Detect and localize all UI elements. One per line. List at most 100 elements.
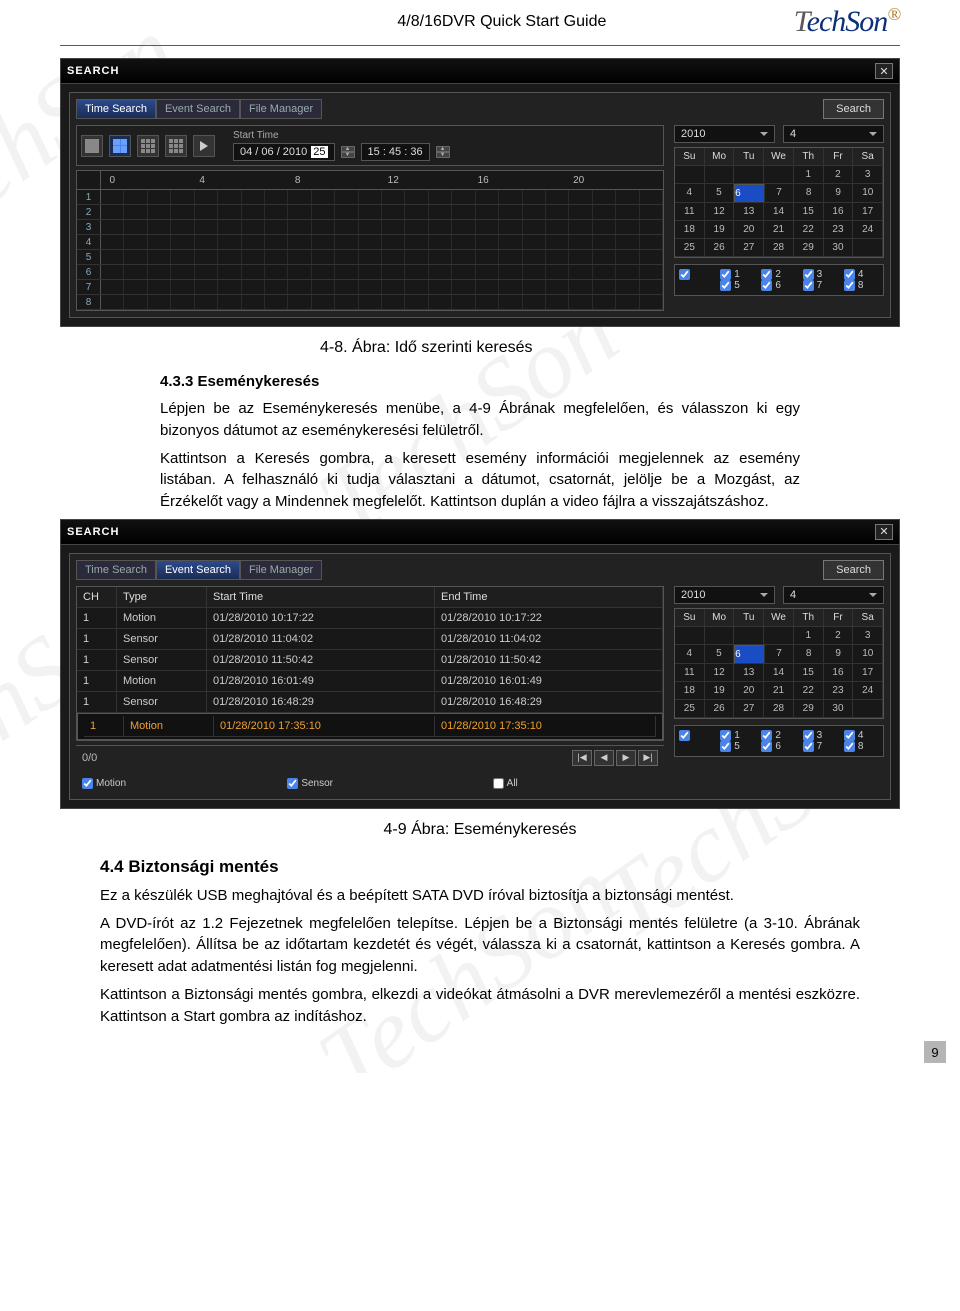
calendar-day[interactable]: 19 bbox=[705, 682, 735, 700]
channel-all-check[interactable] bbox=[679, 269, 714, 280]
event-row[interactable]: 1Motion01/28/2010 17:35:1001/28/2010 17:… bbox=[77, 713, 663, 740]
layout-3x3-button[interactable] bbox=[137, 135, 159, 157]
calendar-day[interactable]: 26 bbox=[705, 239, 735, 257]
calendar-day[interactable]: 8 bbox=[794, 645, 824, 664]
calendar-day[interactable]: 21 bbox=[764, 682, 794, 700]
calendar-day[interactable]: 8 bbox=[794, 184, 824, 203]
month-select[interactable]: 4 bbox=[783, 125, 884, 143]
calendar-day[interactable]: 15 bbox=[794, 203, 824, 221]
calendar-day[interactable]: 6 bbox=[734, 184, 765, 203]
calendar-day[interactable]: 18 bbox=[675, 682, 705, 700]
calendar-day[interactable]: 13 bbox=[734, 664, 764, 682]
filter-motion[interactable]: Motion bbox=[82, 778, 247, 789]
calendar-day[interactable]: 6 bbox=[734, 645, 765, 664]
calendar-day[interactable]: 16 bbox=[824, 664, 854, 682]
calendar-day[interactable]: 30 bbox=[824, 239, 854, 257]
calendar-day[interactable]: 12 bbox=[705, 664, 735, 682]
layout-1x1-button[interactable] bbox=[81, 135, 103, 157]
calendar-day[interactable]: 21 bbox=[764, 221, 794, 239]
calendar-day[interactable]: 23 bbox=[824, 221, 854, 239]
channel-check[interactable]: 1 bbox=[720, 730, 755, 741]
date-stepper[interactable]: ▲▼ bbox=[341, 146, 355, 158]
calendar-day[interactable]: 5 bbox=[705, 645, 735, 664]
channel-check[interactable]: 1 bbox=[720, 269, 755, 280]
calendar-day[interactable]: 1 bbox=[794, 166, 824, 184]
calendar-day[interactable]: 3 bbox=[853, 627, 883, 645]
close-button[interactable]: ✕ bbox=[875, 524, 893, 540]
play-button[interactable] bbox=[193, 135, 215, 157]
calendar-day[interactable]: 18 bbox=[675, 221, 705, 239]
calendar-day[interactable]: 29 bbox=[794, 239, 824, 257]
channel-check[interactable]: 4 bbox=[844, 269, 879, 280]
channel-check[interactable]: 7 bbox=[803, 280, 838, 291]
channel-check[interactable]: 3 bbox=[803, 730, 838, 741]
calendar-day[interactable]: 20 bbox=[734, 221, 764, 239]
tab-time-search[interactable]: Time Search bbox=[76, 99, 156, 119]
search-button[interactable]: Search bbox=[823, 99, 884, 119]
channel-check[interactable]: 5 bbox=[720, 280, 755, 291]
calendar-day[interactable]: 1 bbox=[794, 627, 824, 645]
calendar-day[interactable]: 16 bbox=[824, 203, 854, 221]
time-input[interactable]: 15 : 45 : 36 bbox=[361, 143, 430, 161]
calendar-day[interactable]: 29 bbox=[794, 700, 824, 718]
channel-check[interactable]: 2 bbox=[761, 730, 796, 741]
filter-sensor[interactable]: Sensor bbox=[287, 778, 452, 789]
time-stepper[interactable]: ▲▼ bbox=[436, 146, 450, 158]
calendar-day[interactable]: 4 bbox=[675, 645, 705, 664]
calendar-day[interactable]: 17 bbox=[853, 203, 883, 221]
calendar-day[interactable]: 20 bbox=[734, 682, 764, 700]
tab-event-search[interactable]: Event Search bbox=[156, 560, 240, 580]
year-select[interactable]: 2010 bbox=[674, 586, 775, 604]
channel-check[interactable]: 8 bbox=[844, 280, 879, 291]
calendar-day[interactable]: 10 bbox=[853, 184, 883, 203]
calendar-day[interactable]: 4 bbox=[675, 184, 705, 203]
channel-check[interactable]: 6 bbox=[761, 741, 796, 752]
channel-check[interactable]: 4 bbox=[844, 730, 879, 741]
tab-event-search[interactable]: Event Search bbox=[156, 99, 240, 119]
month-select[interactable]: 4 bbox=[783, 586, 884, 604]
calendar-day[interactable]: 25 bbox=[675, 239, 705, 257]
layout-4x4-button[interactable] bbox=[165, 135, 187, 157]
calendar-day[interactable]: 28 bbox=[764, 700, 794, 718]
search-button[interactable]: Search bbox=[823, 560, 884, 580]
calendar-day[interactable]: 22 bbox=[794, 682, 824, 700]
event-row[interactable]: 1Motion01/28/2010 10:17:2201/28/2010 10:… bbox=[77, 608, 663, 629]
tab-time-search[interactable]: Time Search bbox=[76, 560, 156, 580]
channel-check[interactable]: 5 bbox=[720, 741, 755, 752]
calendar-day[interactable]: 30 bbox=[824, 700, 854, 718]
channel-check[interactable]: 3 bbox=[803, 269, 838, 280]
close-button[interactable]: ✕ bbox=[875, 63, 893, 79]
first-page-button[interactable]: |◀ bbox=[572, 750, 592, 766]
event-row[interactable]: 1Sensor01/28/2010 16:48:2901/28/2010 16:… bbox=[77, 692, 663, 713]
calendar-day[interactable]: 23 bbox=[824, 682, 854, 700]
year-select[interactable]: 2010 bbox=[674, 125, 775, 143]
calendar-day[interactable]: 17 bbox=[853, 664, 883, 682]
filter-all[interactable]: All bbox=[493, 778, 658, 789]
calendar-day[interactable]: 2 bbox=[824, 627, 854, 645]
date-input[interactable]: 04 / 06 / 201025 bbox=[233, 143, 335, 161]
event-row[interactable]: 1Motion01/28/2010 16:01:4901/28/2010 16:… bbox=[77, 671, 663, 692]
calendar-day[interactable]: 7 bbox=[765, 645, 795, 664]
calendar-day[interactable]: 27 bbox=[734, 700, 764, 718]
calendar-day[interactable]: 2 bbox=[824, 166, 854, 184]
channel-all-check[interactable] bbox=[679, 730, 714, 741]
calendar-day[interactable]: 14 bbox=[764, 664, 794, 682]
event-row[interactable]: 1Sensor01/28/2010 11:50:4201/28/2010 11:… bbox=[77, 650, 663, 671]
calendar-day[interactable]: 25 bbox=[675, 700, 705, 718]
event-row[interactable]: 1Sensor01/28/2010 11:04:0201/28/2010 11:… bbox=[77, 629, 663, 650]
calendar-day[interactable]: 24 bbox=[853, 221, 883, 239]
calendar-day[interactable]: 22 bbox=[794, 221, 824, 239]
calendar-day[interactable]: 27 bbox=[734, 239, 764, 257]
tab-file-manager[interactable]: File Manager bbox=[240, 560, 322, 580]
calendar-day[interactable]: 28 bbox=[764, 239, 794, 257]
calendar-day[interactable]: 15 bbox=[794, 664, 824, 682]
layout-2x2-button[interactable] bbox=[109, 135, 131, 157]
prev-page-button[interactable]: ◀ bbox=[594, 750, 614, 766]
calendar-day[interactable]: 3 bbox=[853, 166, 883, 184]
calendar-day[interactable]: 26 bbox=[705, 700, 735, 718]
calendar-day[interactable]: 9 bbox=[824, 184, 854, 203]
next-page-button[interactable]: ▶ bbox=[616, 750, 636, 766]
calendar-day[interactable]: 19 bbox=[705, 221, 735, 239]
channel-check[interactable]: 6 bbox=[761, 280, 796, 291]
tab-file-manager[interactable]: File Manager bbox=[240, 99, 322, 119]
